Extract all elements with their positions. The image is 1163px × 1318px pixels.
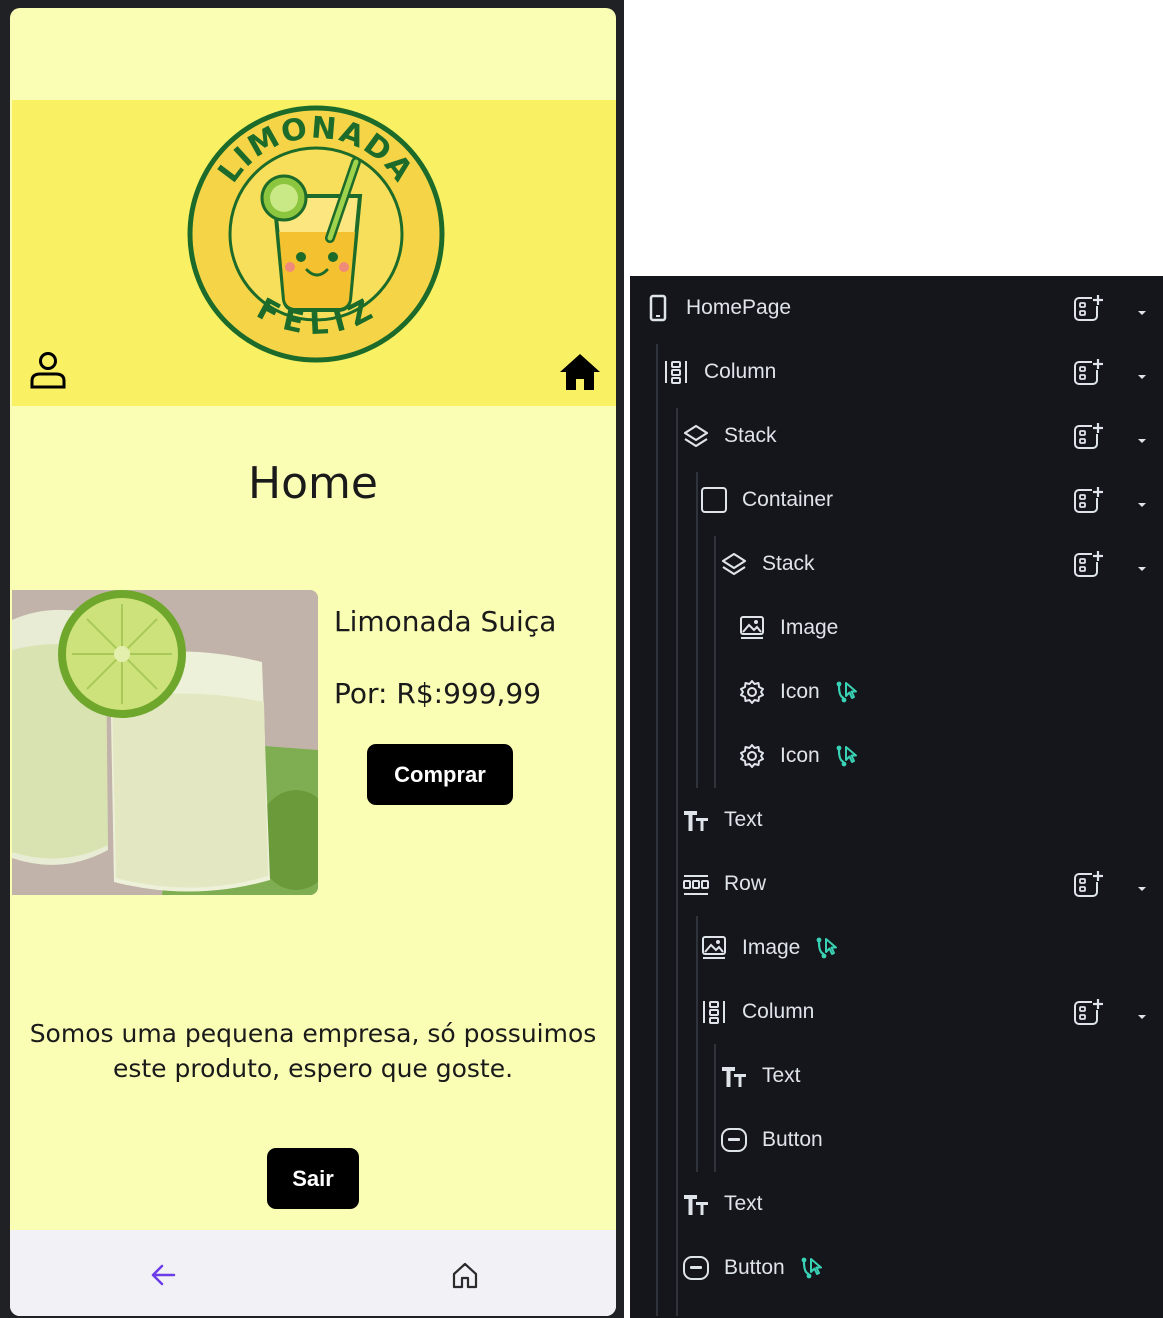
- tree-node-label: Text: [724, 1192, 763, 1215]
- text-icon: [720, 1062, 748, 1090]
- tree-node-label: Column: [704, 360, 777, 383]
- home-outline-icon[interactable]: [450, 1260, 480, 1290]
- tree-node-label: HomePage: [686, 296, 792, 319]
- tree-guide-line: [714, 536, 716, 788]
- tree-node-image[interactable]: Image: [700, 928, 838, 968]
- action-trigger-icon[interactable]: [814, 936, 838, 960]
- bottom-nav-bar: [10, 1230, 616, 1316]
- product-price: Por: R$:999,99: [334, 677, 542, 710]
- chevron-down-icon[interactable]: [1136, 560, 1148, 571]
- chevron-down-icon[interactable]: [1136, 496, 1148, 507]
- tree-node-label: Container: [742, 488, 834, 511]
- action-trigger-icon[interactable]: [834, 744, 858, 768]
- limonada-feliz-logo: LIMONADA FELIZ: [187, 105, 445, 363]
- tree-node-homepage[interactable]: HomePage: [644, 288, 791, 328]
- tree-node-row[interactable]: Row: [682, 864, 766, 904]
- user-icon[interactable]: [28, 350, 68, 390]
- add-child-widget-icon[interactable]: [1072, 356, 1104, 388]
- image-icon: [738, 614, 766, 642]
- tree-node-label: Column: [742, 1000, 815, 1023]
- add-child-widget-icon[interactable]: [1072, 420, 1104, 452]
- tree-guide-line: [714, 1044, 716, 1172]
- tree-node-icon[interactable]: Icon: [738, 672, 858, 712]
- tree-node-label: Icon: [780, 744, 820, 767]
- button-icon: [682, 1254, 710, 1282]
- tree-node-label: Text: [762, 1064, 801, 1087]
- arrow-left-icon[interactable]: [148, 1260, 178, 1290]
- tree-node-text[interactable]: Text: [720, 1056, 801, 1096]
- product-name: Limonada Suiça: [334, 605, 557, 638]
- buy-button[interactable]: Comprar: [367, 744, 513, 805]
- add-child-widget-icon[interactable]: [1072, 996, 1104, 1028]
- action-trigger-icon[interactable]: [799, 1256, 823, 1280]
- tree-node-column[interactable]: Column: [700, 992, 814, 1032]
- tree-node-label: Stack: [762, 552, 815, 575]
- chevron-down-icon[interactable]: [1136, 1008, 1148, 1019]
- tree-node-text[interactable]: Text: [682, 800, 763, 840]
- row-icon: [682, 870, 710, 898]
- image-icon: [700, 934, 728, 962]
- header-bar: LIMONADA FELIZ: [12, 100, 616, 406]
- phone-icon: [644, 294, 672, 322]
- add-child-widget-icon[interactable]: [1072, 484, 1104, 516]
- stack-icon: [720, 550, 748, 578]
- tree-node-label: Icon: [780, 680, 820, 703]
- tree-node-label: Button: [724, 1256, 785, 1279]
- tree-node-column[interactable]: Column: [662, 352, 776, 392]
- chevron-down-icon[interactable]: [1136, 304, 1148, 315]
- tree-node-button[interactable]: Button: [720, 1120, 823, 1160]
- tree-node-container[interactable]: Container: [700, 480, 833, 520]
- product-image[interactable]: [12, 590, 318, 895]
- tree-node-text[interactable]: Text: [682, 1184, 763, 1224]
- stack-icon: [682, 422, 710, 450]
- button-icon: [720, 1126, 748, 1154]
- tree-node-image[interactable]: Image: [738, 608, 838, 648]
- text-icon: [682, 806, 710, 834]
- tree-node-icon[interactable]: Icon: [738, 736, 858, 776]
- column-icon: [662, 358, 690, 386]
- tree-node-button[interactable]: Button: [682, 1248, 823, 1288]
- tree-guide-line: [696, 472, 698, 788]
- chevron-down-icon[interactable]: [1136, 368, 1148, 379]
- widget-tree-panel: HomePage Column Stack Container Stack Image Ic…: [630, 276, 1163, 1318]
- tree-node-stack[interactable]: Stack: [720, 544, 815, 584]
- tree-node-stack[interactable]: Stack: [682, 416, 777, 456]
- gear-icon: [738, 678, 766, 706]
- tree-node-label: Button: [762, 1128, 823, 1151]
- exit-button[interactable]: Sair: [267, 1148, 359, 1209]
- tree-guide-line: [676, 408, 678, 1316]
- add-child-widget-icon[interactable]: [1072, 548, 1104, 580]
- tree-node-label: Text: [724, 808, 763, 831]
- tree-node-label: Image: [780, 616, 839, 639]
- chevron-down-icon[interactable]: [1136, 880, 1148, 891]
- phone-frame: LIMONADA FELIZ Home Limonada Suiça Por: …: [0, 0, 624, 1318]
- chevron-down-icon[interactable]: [1136, 432, 1148, 443]
- lemonade-photo: [12, 590, 318, 895]
- tree-node-label: Row: [724, 872, 767, 895]
- text-icon: [682, 1190, 710, 1218]
- column-icon: [700, 998, 728, 1026]
- home-icon[interactable]: [558, 352, 602, 392]
- action-trigger-icon[interactable]: [834, 680, 858, 704]
- gear-icon: [738, 742, 766, 770]
- tree-node-label: Stack: [724, 424, 777, 447]
- tree-guide-line: [696, 916, 698, 1172]
- add-child-widget-icon[interactable]: [1072, 292, 1104, 324]
- tree-node-label: Image: [742, 936, 801, 959]
- page-title: Home: [248, 458, 378, 509]
- about-text: Somos uma pequena empresa, só possuimos …: [29, 1019, 597, 1083]
- add-child-widget-icon[interactable]: [1072, 868, 1104, 900]
- container-icon: [700, 486, 728, 514]
- phone-screen: LIMONADA FELIZ Home Limonada Suiça Por: …: [10, 8, 616, 1316]
- tree-guide-line: [656, 344, 658, 1316]
